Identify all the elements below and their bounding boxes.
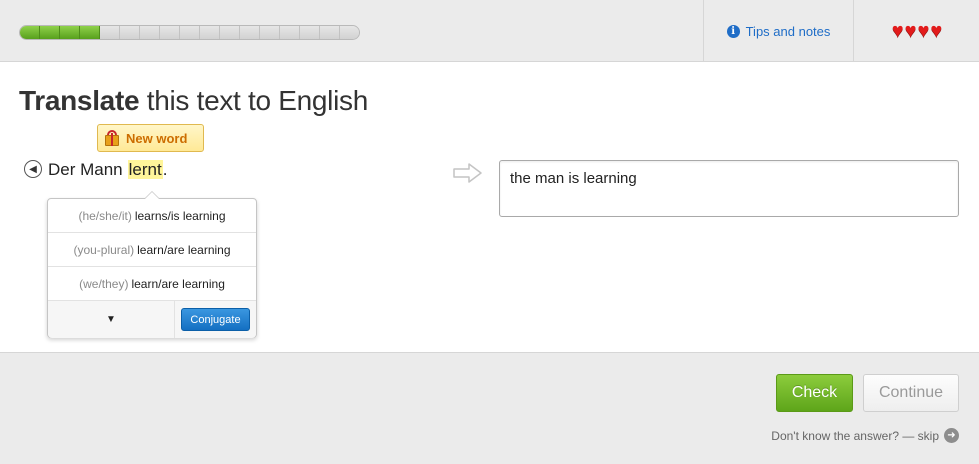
source-sentence: Der Mann lernt.: [48, 160, 167, 180]
skip-arrow-icon: ➜: [944, 428, 959, 443]
hint-row[interactable]: (you-plural) learn/are learning: [48, 233, 256, 267]
progress-segment-empty: [140, 26, 160, 39]
heart-icon: ♥: [904, 20, 917, 42]
footer-bar: Check Continue Don't know the answer? — …: [0, 352, 979, 464]
progress-segment-filled: [40, 26, 60, 39]
tips-and-notes-link[interactable]: i Tips and notes: [703, 0, 854, 62]
heart-icon: ♥: [930, 20, 943, 42]
conjugate-button[interactable]: Conjugate: [181, 308, 250, 331]
sentence-text-after: .: [162, 160, 168, 179]
hint-translation: learn/are learning: [131, 276, 225, 291]
conjugate-cell: Conjugate: [175, 301, 256, 338]
progress-segment-empty: [260, 26, 280, 39]
hint-pronoun: (we/they): [79, 276, 129, 291]
progress-segment-empty: [240, 26, 260, 39]
new-word-label: New word: [126, 130, 188, 146]
word-hint-dropdown: (he/she/it) learns/is learning (you-plur…: [47, 191, 257, 338]
hint-pronoun: (you-plural): [73, 242, 135, 257]
hint-translation: learns/is learning: [134, 208, 226, 223]
arrow-right-icon: [453, 163, 482, 183]
info-icon: i: [726, 24, 740, 38]
hearts-lives: ♥ ♥ ♥ ♥: [855, 0, 979, 62]
progress-segment-empty: [320, 26, 340, 39]
progress-segment-empty: [220, 26, 240, 39]
continue-button[interactable]: Continue: [863, 374, 959, 412]
heart-icon: ♥: [917, 20, 930, 42]
hint-pronoun: (he/she/it): [78, 208, 132, 223]
title-bold: Translate: [19, 85, 140, 116]
progress-segment-filled: [60, 26, 80, 39]
new-word-badge: New word: [97, 124, 204, 152]
progress-segment-empty: [160, 26, 180, 39]
progress-segment-empty: [340, 26, 359, 39]
title-rest: this text to English: [146, 85, 369, 116]
lesson-progress-bar: [19, 25, 360, 40]
skip-text: Don't know the answer? — skip: [771, 428, 939, 443]
progress-segment-empty: [280, 26, 300, 39]
sentence-text-before: Der Mann: [48, 160, 123, 179]
progress-segment-filled: [80, 26, 100, 39]
progress-segment-empty: [180, 26, 200, 39]
progress-segment-empty: [300, 26, 320, 39]
hint-footer: ▼ Conjugate: [48, 301, 256, 338]
progress-segment-empty: [200, 26, 220, 39]
progress-segment-filled: [20, 26, 40, 39]
triangle-down-icon: ▼: [106, 314, 116, 325]
hint-row[interactable]: (we/they) learn/are learning: [48, 267, 256, 301]
tips-label: Tips and notes: [745, 23, 831, 39]
expand-more-button[interactable]: ▼: [48, 301, 175, 338]
page-title: Translate this text to English: [19, 85, 368, 117]
progress-segment-empty: [100, 26, 120, 39]
hint-translation: learn/are learning: [137, 242, 231, 257]
hint-row[interactable]: (he/she/it) learns/is learning: [48, 199, 256, 233]
heart-icon: ♥: [891, 20, 904, 42]
top-bar: i Tips and notes ♥ ♥ ♥ ♥: [0, 0, 979, 62]
translation-input[interactable]: [499, 160, 959, 217]
check-button[interactable]: Check: [776, 374, 853, 412]
gift-icon: [104, 130, 120, 146]
speaker-icon[interactable]: ◀: [24, 160, 42, 178]
skip-link[interactable]: Don't know the answer? — skip ➜: [771, 428, 959, 443]
progress-segment-empty: [120, 26, 140, 39]
highlighted-word[interactable]: lernt: [127, 160, 163, 179]
